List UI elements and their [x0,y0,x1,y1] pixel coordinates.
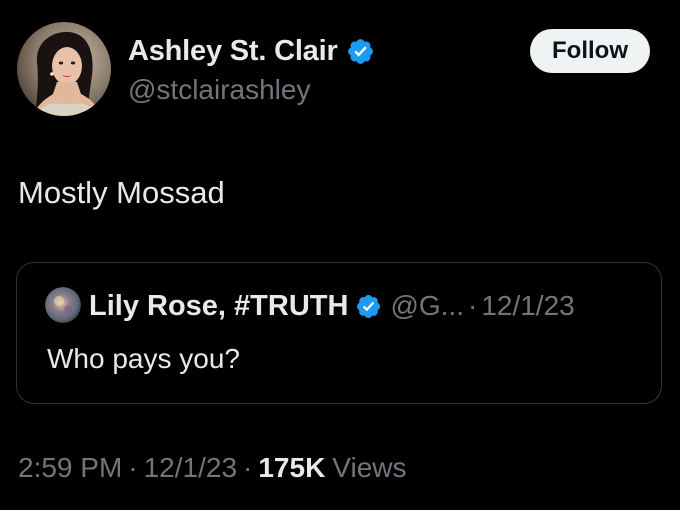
verified-badge-icon [346,37,375,66]
quoted-tweet[interactable]: Lily Rose, #TRUTH @G... · 12/1/23 Who pa… [16,262,662,404]
avatar-photo-icon [17,22,111,116]
tweet-meta: 2:59 PM · 12/1/23 · 175K Views [18,452,406,484]
views-label: Views [332,452,407,483]
avatar-photo-icon [45,287,81,323]
author-name-row: Ashley St. Clair [128,33,375,69]
quoted-author-handle[interactable]: @G... [390,290,464,322]
author-handle[interactable]: @stclairashley [128,74,310,106]
verified-badge-icon [355,293,382,320]
separator-dot: · [128,452,138,483]
tweet-card: Ashley St. Clair @stclairashley Follow M… [0,0,680,510]
author-avatar[interactable] [17,22,111,116]
quoted-tweet-text: Who pays you? [47,343,240,374]
tweet-text: Mostly Mossad [18,175,225,210]
separator-dot: · [467,290,478,321]
author-display-name[interactable]: Ashley St. Clair [128,35,338,68]
tweet-time[interactable]: 2:59 PM [18,452,122,484]
quoted-tweet-date[interactable]: 12/1/23 [481,290,574,322]
follow-button[interactable]: Follow [530,29,650,73]
tweet-date[interactable]: 12/1/23 [144,452,237,484]
quoted-author-avatar[interactable] [45,287,81,323]
quoted-author-name[interactable]: Lily Rose, #TRUTH [89,290,348,323]
quoted-tweet-header: Lily Rose, #TRUTH @G... · 12/1/23 [89,287,575,325]
separator-dot: · [243,452,253,483]
views-count[interactable]: 175K [258,452,325,484]
